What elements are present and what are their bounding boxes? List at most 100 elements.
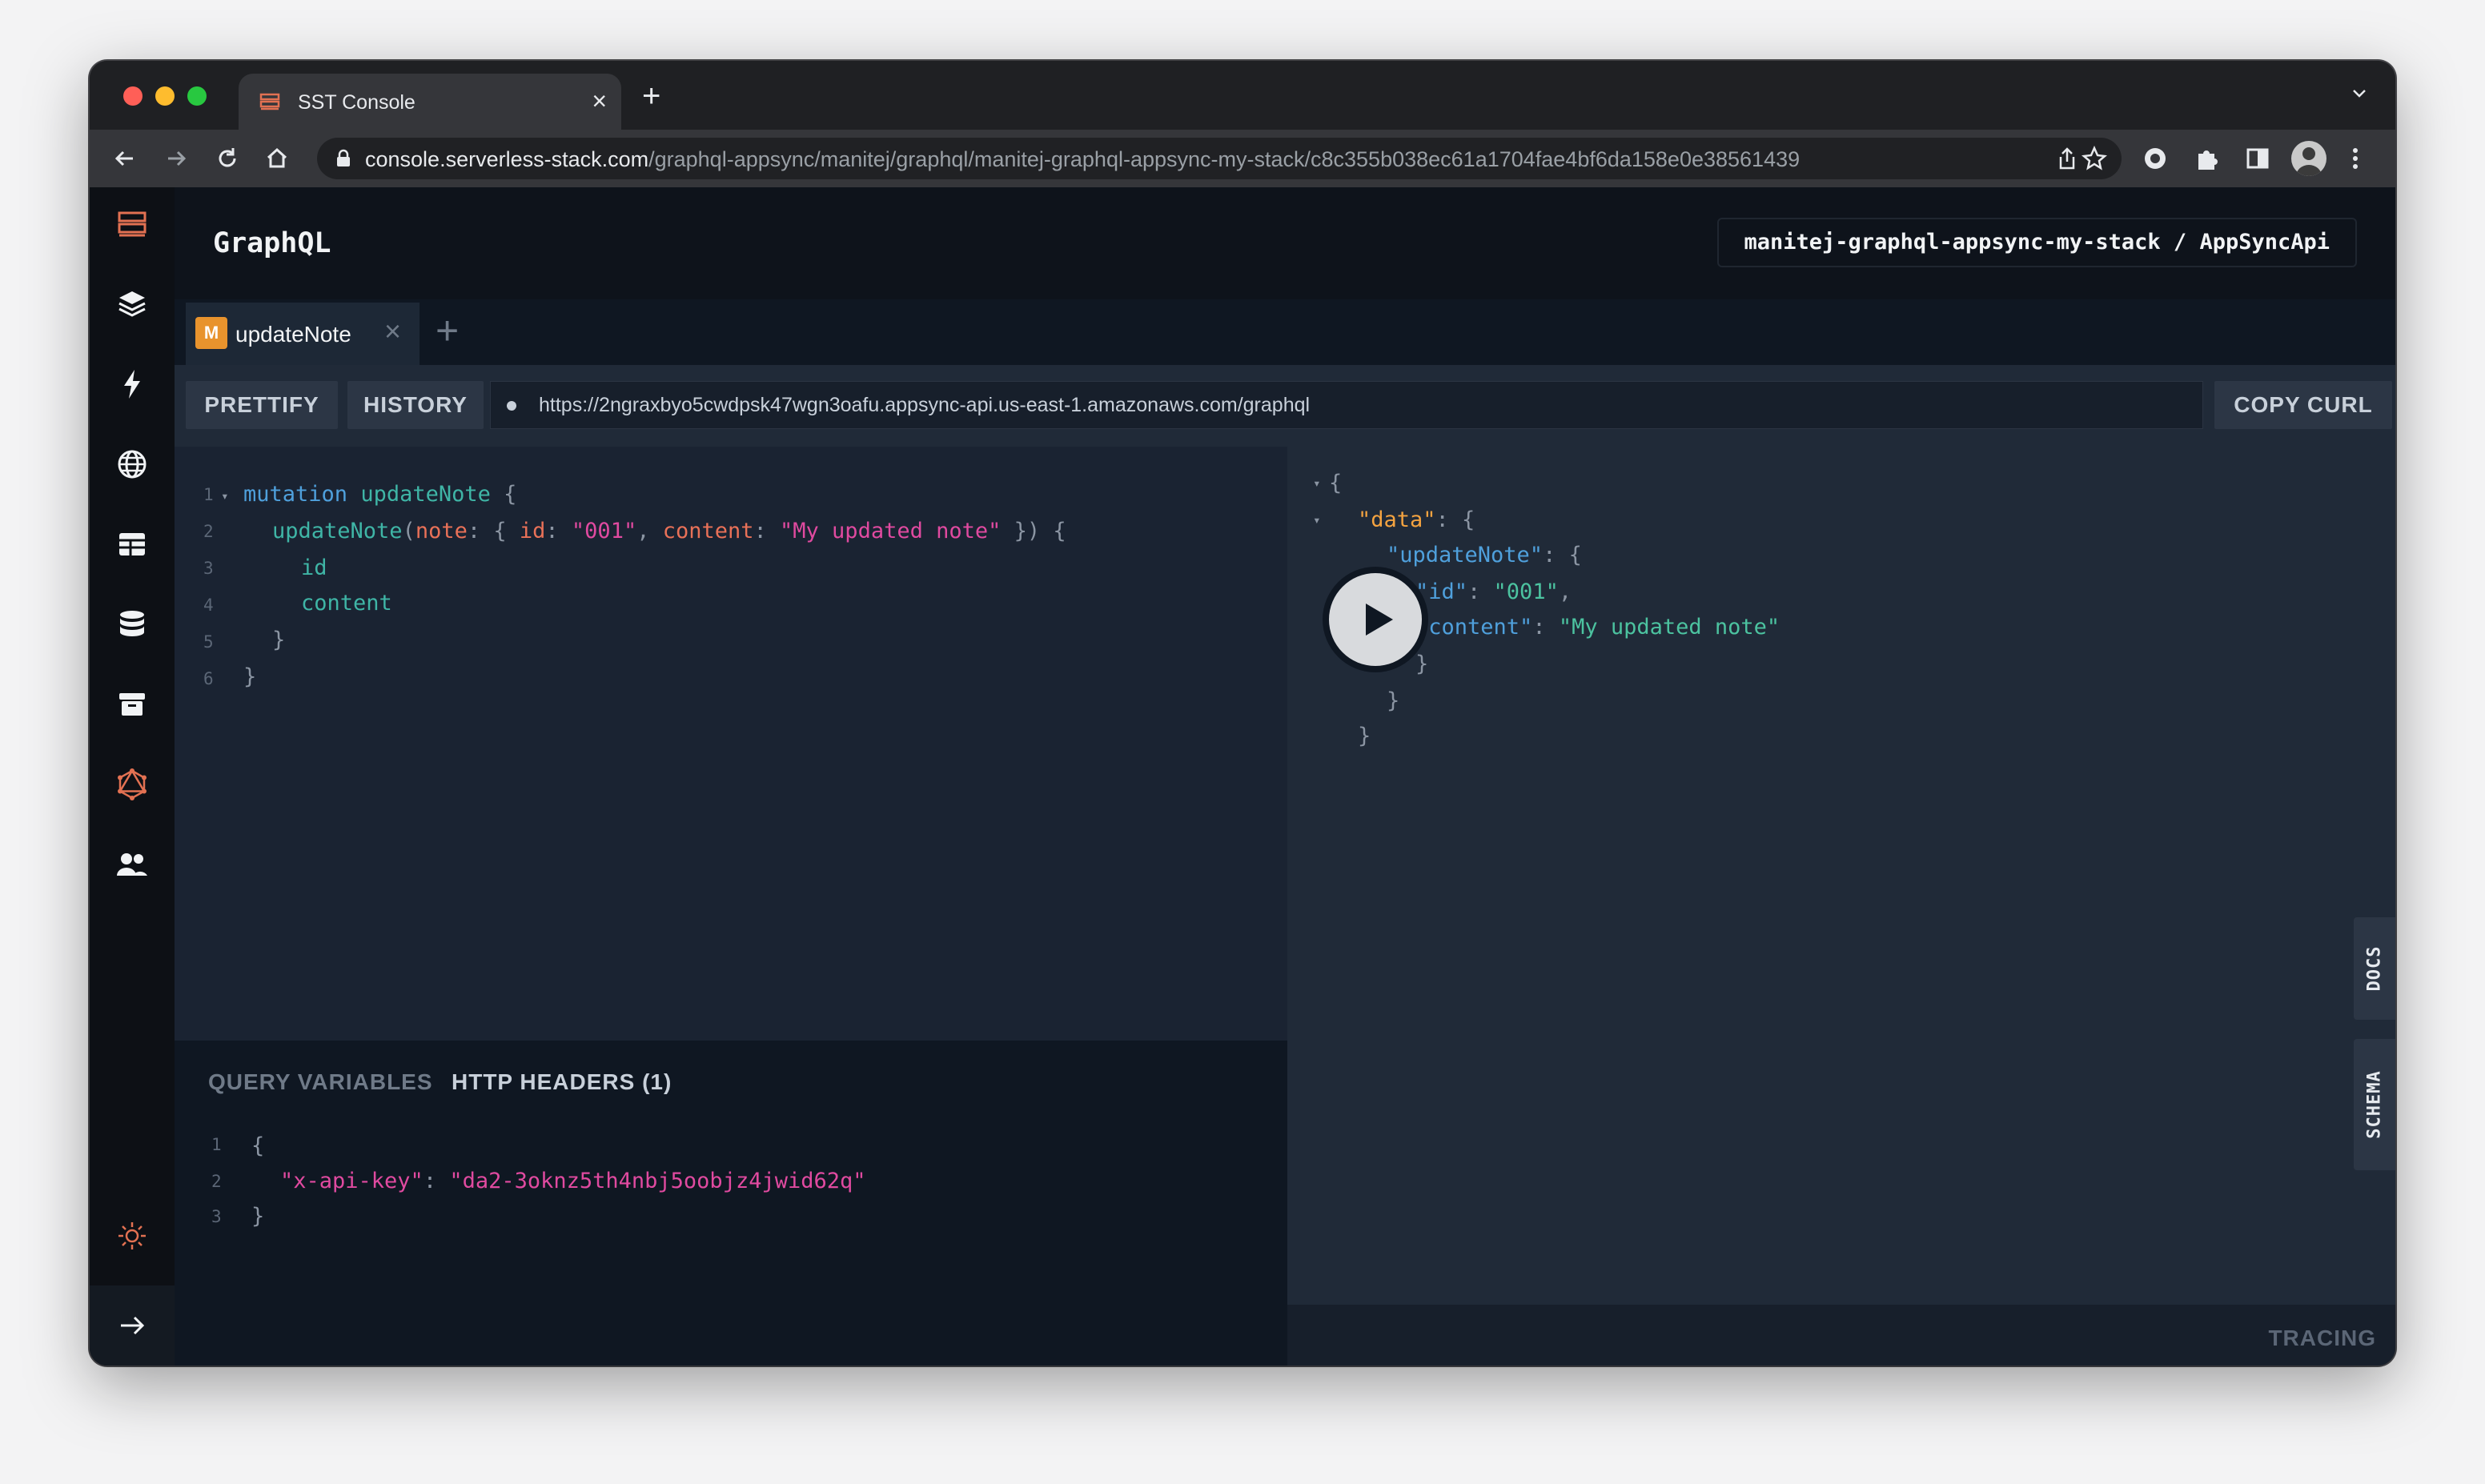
graphiql-tab-bar: M updateNote × + [175,299,2395,365]
stack-selector[interactable]: manitej-graphql-appsync-my-stack / AppSy… [1716,218,2357,267]
tracing-toggle[interactable]: TRACING [2268,1326,2376,1351]
close-window-button[interactable] [123,86,143,106]
result-line-data: "data": { [1358,507,1475,532]
chevron-down-icon[interactable] [2347,82,2371,106]
sidebar-item-dynamodb[interactable] [113,525,151,564]
extensions-puzzle-icon[interactable] [2192,144,2221,173]
query-tab-updatenote[interactable]: M updateNote × [186,303,420,365]
home-icon[interactable] [263,144,291,173]
endpoint-url-field[interactable]: https://2ngraxbyo5cwdpsk47wgn3oafu.appsy… [490,381,2203,429]
headers-line-2: "x-api-key": "da2-3oknz5th4nbj5oobjz4jwi… [280,1169,866,1193]
variables-panel: QUERY VARIABLES HTTP HEADERS (1) 1 { 2 "… [175,1041,1287,1366]
docs-tab[interactable]: DOCS [2354,917,2395,1020]
browser-tab-active[interactable]: SST Console × [239,74,621,130]
line-number: 4 [203,596,214,615]
add-tab-button[interactable]: + [436,309,459,352]
headers-line-3: } [251,1204,265,1229]
result-line-updatenote: "updateNote": { [1387,543,1582,568]
fold-arrow-icon[interactable]: ▾ [1313,475,1321,491]
line-number: 5 [203,632,214,652]
sidebar-item-home[interactable] [113,205,151,243]
query-line-2: updateNote(note: { id: "001", content: "… [272,519,1066,543]
query-line-5: } [272,628,286,652]
reload-icon[interactable] [213,144,242,173]
lightning-icon [124,370,140,399]
line-number: 1 [203,485,214,504]
result-line-content: "content": "My updated note" [1415,615,1780,640]
theme-toggle-button[interactable] [113,1217,151,1255]
execute-query-button[interactable] [1323,567,1428,672]
sst-logo-icon [259,93,280,110]
close-icon[interactable]: × [384,315,401,347]
browser-toolbar: console.serverless-stack.com/graphql-app… [90,130,2395,187]
query-line-1: mutation updateNote { [243,482,517,507]
sidebar-item-api[interactable] [113,445,151,483]
address-bar[interactable]: console.serverless-stack.com/graphql-app… [317,138,2122,179]
sun-icon [118,1222,146,1249]
avatar-person-icon [2296,147,2322,176]
url-path: /graphql-appsync/manitej/graphql/manitej… [648,147,1801,171]
docs-tab-label: DOCS [2364,945,2385,992]
sidebar-item-rds[interactable] [113,605,151,644]
result-line-close-2: } [1387,688,1400,713]
new-tab-button[interactable]: + [642,78,660,114]
sidebar-item-graphql[interactable] [113,765,151,804]
database-icon [120,611,144,636]
extension-globe-icon[interactable] [2141,144,2170,173]
sidebar-item-functions[interactable] [113,365,151,403]
execute-button-face [1329,573,1422,666]
endpoint-url: https://2ngraxbyo5cwdpsk47wgn3oafu.appsy… [539,394,1311,416]
query-editor[interactable]: 1 ▾ mutation updateNote { 2 updateNote(n… [175,447,1287,1041]
history-button[interactable]: HISTORY [347,381,484,429]
tab-query-variables[interactable]: QUERY VARIABLES [208,1069,433,1095]
endpoint-status-dot [507,401,516,411]
query-line-3: id [301,555,327,580]
play-icon [1366,604,1393,636]
browser-tabstrip: SST Console × + [90,61,2395,130]
line-number: 3 [203,559,214,578]
prettify-button[interactable]: PRETTIFY [186,381,338,429]
line-number: 2 [203,522,214,541]
arrow-right-icon[interactable] [116,1310,148,1342]
sidebar-item-buckets[interactable] [113,685,151,724]
sst-logo-icon [118,211,147,237]
url-text[interactable]: console.serverless-stack.com/graphql-app… [365,147,1800,172]
table-icon [119,533,145,555]
side-panel-icon[interactable] [2243,144,2272,173]
page-title: GraphQL [213,227,331,259]
sidebar-item-cognito[interactable] [113,845,151,884]
more-menu-icon[interactable] [2341,144,2370,173]
minimize-window-button[interactable] [155,86,175,106]
line-number: 1 [211,1135,222,1154]
users-icon [117,853,147,876]
back-arrow-icon[interactable] [110,144,139,173]
layers-icon [118,291,146,317]
fold-arrow-icon[interactable]: ▾ [1313,512,1321,527]
fold-arrow-icon[interactable]: ▾ [221,488,229,503]
sidebar [90,187,175,1366]
query-line-6: } [243,664,257,689]
copy-curl-button[interactable]: COPY CURL [2214,381,2392,429]
browser-window: SST Console × + console.serverless-stack… [90,61,2395,1366]
line-number: 6 [203,669,214,688]
profile-avatar[interactable] [2291,141,2326,176]
schema-tab[interactable]: SCHEMA [2354,1039,2395,1170]
line-number: 2 [211,1172,222,1191]
result-line-open: { [1329,471,1343,495]
sidebar-item-stacks[interactable] [113,285,151,323]
forward-arrow-icon[interactable] [162,144,191,173]
globe-icon [118,450,147,479]
page-header: GraphQL manitej-graphql-appsync-my-stack… [175,187,2395,299]
tab-http-headers[interactable]: HTTP HEADERS (1) [452,1069,672,1095]
headers-line-1: { [251,1133,265,1158]
schema-tab-label: SCHEMA [2364,1070,2385,1139]
tab-close-icon[interactable]: × [592,86,607,115]
lock-icon[interactable] [335,149,352,168]
mutation-badge: M [195,317,227,349]
url-host: console.serverless-stack.com [365,147,649,171]
maximize-window-button[interactable] [187,86,207,106]
query-tab-label: updateNote [235,322,351,347]
share-icon[interactable] [2054,146,2080,171]
graphql-icon [118,768,147,800]
bookmark-star-icon[interactable] [2082,146,2107,171]
